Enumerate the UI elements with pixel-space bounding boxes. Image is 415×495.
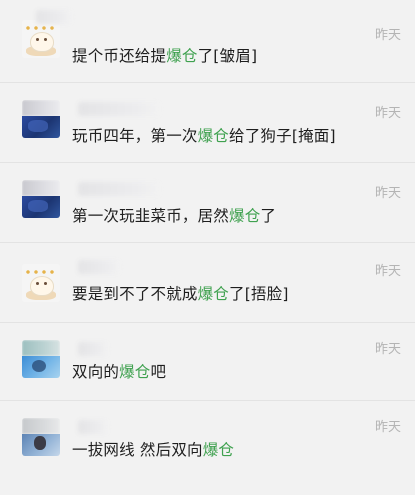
avatar[interactable] <box>22 340 60 378</box>
comment-text: 双向的爆仓吧 <box>72 363 167 381</box>
timestamp: 昨天 <box>374 342 401 357</box>
comment-text: 一拔网线 然后双向爆仓 <box>72 441 235 459</box>
timestamp: 昨天 <box>374 186 401 201</box>
avatar[interactable] <box>22 180 60 218</box>
highlight-keyword: 爆仓 <box>119 363 151 381</box>
highlight-keyword: 爆仓 <box>197 285 230 303</box>
highlight-keyword: 爆仓 <box>197 127 230 145</box>
comment-item[interactable]: 昨天 要是到不了不就成爆仓了[捂脸] <box>0 242 415 320</box>
timestamp: 昨天 <box>374 28 401 43</box>
avatar[interactable] <box>22 100 60 138</box>
divider <box>0 400 415 401</box>
timestamp: 昨天 <box>374 264 401 279</box>
timestamp: 昨天 <box>374 106 401 121</box>
comment-item[interactable]: 昨天 玩币四年，第一次爆仓给了狗子[掩面] <box>0 82 415 160</box>
comment-item[interactable]: 昨天 一拔网线 然后双向爆仓 <box>0 400 415 478</box>
avatar[interactable] <box>22 20 60 58</box>
divider <box>0 162 415 163</box>
username-blurred[interactable] <box>78 102 160 116</box>
divider <box>0 322 415 323</box>
avatar[interactable] <box>22 418 60 456</box>
username-blurred[interactable] <box>78 182 160 196</box>
comment-text: 第一次玩韭菜币，居然爆仓了 <box>72 207 277 225</box>
comment-item[interactable]: 昨天 提个币还给提爆仓了[皱眉] <box>0 0 415 78</box>
comment-text: 提个币还给提爆仓了[皱眉] <box>72 47 258 65</box>
comment-text: 玩币四年，第一次爆仓给了狗子[掩面] <box>72 127 336 145</box>
username-blurred[interactable] <box>36 10 72 24</box>
highlight-keyword: 爆仓 <box>202 441 235 459</box>
divider <box>0 82 415 83</box>
comment-item[interactable]: 昨天 第一次玩韭菜币，居然爆仓了 <box>0 162 415 240</box>
timestamp: 昨天 <box>374 420 401 435</box>
highlight-keyword: 爆仓 <box>229 207 261 225</box>
avatar[interactable] <box>22 264 60 302</box>
username-blurred[interactable] <box>78 342 108 356</box>
comment-item[interactable]: 昨天 双向的爆仓吧 <box>0 322 415 400</box>
username-blurred[interactable] <box>78 420 108 434</box>
highlight-keyword: 爆仓 <box>166 47 198 65</box>
username-blurred[interactable] <box>78 260 120 274</box>
comment-text: 要是到不了不就成爆仓了[捂脸] <box>72 285 289 303</box>
divider <box>0 242 415 243</box>
